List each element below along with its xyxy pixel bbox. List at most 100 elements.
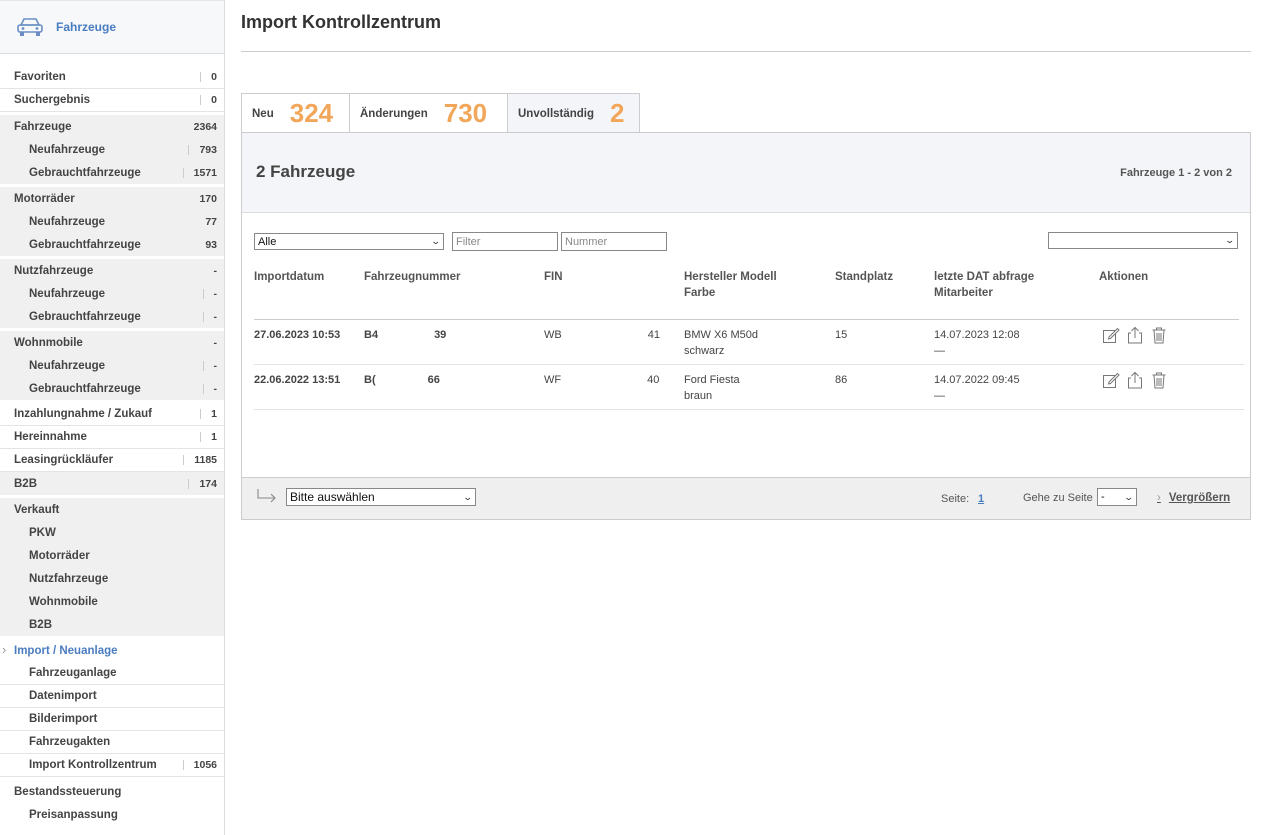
sidebar-item[interactable]: Leasingrückläufer 1185 bbox=[0, 449, 224, 472]
sidebar-item[interactable]: Preisanpassung bbox=[0, 803, 224, 826]
sidebar-item-label: Gebrauchtfahrzeuge bbox=[29, 238, 141, 251]
sidebar-item[interactable]: Neufahrzeuge 77 bbox=[0, 210, 224, 233]
sidebar-item[interactable]: Suchergebnis 0 bbox=[0, 89, 224, 112]
sidebar-item[interactable]: Import / Neuanlage bbox=[0, 639, 224, 662]
sidebar-item[interactable]: Fahrzeuganlage bbox=[0, 662, 224, 685]
result-range: Fahrzeuge 1 - 2 von 2 bbox=[1120, 167, 1232, 179]
redaction-mask bbox=[378, 329, 435, 342]
sidebar-item[interactable]: Neufahrzeuge 793 bbox=[0, 138, 224, 161]
sidebar-item-label: B2B bbox=[14, 477, 38, 490]
tab-count: 324 bbox=[289, 98, 334, 128]
sidebar-item[interactable]: Bilderimport bbox=[0, 708, 224, 731]
vehicle-number-start: B4 bbox=[364, 329, 379, 341]
goto-page-select[interactable]: - ⌄ bbox=[1097, 488, 1137, 506]
sidebar-item-label: Fahrzeugakten bbox=[29, 736, 111, 748]
sidebar-item[interactable]: Gebrauchtfahrzeuge - bbox=[0, 377, 224, 400]
row-dat-date: 14.07.2023 12:08 bbox=[934, 329, 1020, 341]
sidebar-item[interactable]: B2B 174 bbox=[0, 472, 224, 495]
col-employee[interactable]: Mitarbeiter bbox=[934, 285, 993, 301]
sidebar-item-label: Hereinnahme bbox=[14, 431, 87, 443]
sidebar-item-label: Neufahrzeuge bbox=[29, 359, 106, 372]
col-make-model[interactable]: Hersteller Modell bbox=[684, 269, 777, 285]
sidebar-item[interactable]: Nutzfahrzeuge - bbox=[0, 259, 224, 282]
sidebar-item[interactable]: Import Kontrollzentrum 1056 bbox=[0, 754, 224, 777]
redaction-mask bbox=[561, 374, 648, 387]
enlarge-label: Vergrößern bbox=[1168, 492, 1231, 504]
trash-icon[interactable] bbox=[1150, 371, 1168, 389]
col-location[interactable]: Standplatz bbox=[835, 269, 893, 285]
row-vehicle-number[interactable]: B(66 bbox=[364, 372, 440, 388]
sidebar-item[interactable]: Gebrauchtfahrzeuge - bbox=[0, 305, 224, 328]
sidebar-item[interactable]: PKW bbox=[0, 521, 224, 544]
sidebar-item-count: 1 bbox=[200, 408, 217, 420]
sidebar-item[interactable]: Nutzfahrzeuge bbox=[0, 567, 224, 590]
edit-icon[interactable] bbox=[1102, 326, 1120, 344]
sidebar-item[interactable]: Wohnmobile - bbox=[0, 331, 224, 354]
page-link[interactable]: 1 bbox=[978, 493, 984, 505]
trash-icon[interactable] bbox=[1150, 326, 1168, 344]
sidebar-item[interactable]: Favoriten 0 bbox=[0, 66, 224, 89]
page-label: Seite: bbox=[941, 493, 970, 505]
sort-select[interactable]: ⌄ bbox=[1048, 232, 1238, 249]
sidebar-header[interactable]: Fahrzeuge bbox=[0, 0, 224, 54]
redaction-mask bbox=[561, 329, 648, 342]
chevron-down-icon: ⌄ bbox=[1123, 491, 1135, 502]
sidebar-item-label: Motorräder bbox=[14, 192, 75, 205]
sidebar-item[interactable]: Verkauft bbox=[0, 498, 224, 521]
sidebar-item[interactable]: Inzahlungnahme / Zukauf 1 bbox=[0, 403, 224, 426]
sidebar-item[interactable]: Neufahrzeuge - bbox=[0, 282, 224, 305]
sidebar-item[interactable]: Fahrzeuge 2364 bbox=[0, 115, 224, 138]
col-fin[interactable]: FIN bbox=[544, 269, 563, 285]
export-icon[interactable] bbox=[1126, 326, 1144, 344]
chevron-right-icon: › bbox=[1157, 492, 1161, 504]
category-select[interactable]: Alle ⌄ bbox=[254, 233, 444, 250]
sidebar-item-label: Preisanpassung bbox=[29, 808, 118, 821]
sidebar-item-label: Bilderimport bbox=[29, 713, 98, 725]
sidebar: Fahrzeuge Favoriten 0 Suchergebnis 0 Fahrzeu… bbox=[0, 0, 225, 835]
sidebar-item[interactable]: Bestandssteuerung bbox=[0, 780, 224, 803]
sidebar-item[interactable]: Neufahrzeuge - bbox=[0, 354, 224, 377]
export-icon[interactable] bbox=[1126, 371, 1144, 389]
col-color[interactable]: Farbe bbox=[684, 285, 715, 301]
bulk-action-select[interactable]: Bitte auswählen ⌄ bbox=[286, 488, 476, 506]
sidebar-item[interactable]: Gebrauchtfahrzeuge 1571 bbox=[0, 161, 224, 184]
sidebar-item-count: - bbox=[203, 288, 218, 300]
sidebar-item[interactable]: Motorräder bbox=[0, 544, 224, 567]
number-input[interactable] bbox=[561, 232, 667, 251]
sidebar-item[interactable]: Hereinnahme 1 bbox=[0, 426, 224, 449]
sidebar-item-label: Gebrauchtfahrzeuge bbox=[29, 382, 141, 395]
sidebar-item[interactable]: B2B bbox=[0, 613, 224, 636]
vehicle-number-end: 39 bbox=[434, 329, 447, 341]
sidebar-item[interactable]: Motorräder 170 bbox=[0, 187, 224, 210]
tab-unvollstaendig[interactable]: Unvollständig 2 bbox=[507, 93, 640, 133]
row-divider bbox=[254, 409, 1244, 410]
chevron-down-icon: ⌄ bbox=[430, 236, 442, 246]
vehicle-number-start: B( bbox=[364, 374, 376, 386]
tab-aenderungen[interactable]: Änderungen 730 bbox=[349, 93, 508, 133]
sidebar-item[interactable]: Datenimport bbox=[0, 685, 224, 708]
sidebar-item[interactable]: Wohnmobile bbox=[0, 590, 224, 613]
row-vehicle-number[interactable]: B4 39 bbox=[364, 327, 446, 343]
sidebar-item-count: 1056 bbox=[183, 759, 217, 771]
filter-input[interactable] bbox=[452, 232, 558, 251]
col-dat-query[interactable]: letzte DAT abfrage bbox=[934, 269, 1034, 285]
tab-neu[interactable]: Neu 324 bbox=[241, 93, 350, 133]
enlarge-link[interactable]: › Vergrößern bbox=[1157, 492, 1230, 504]
sidebar-item-label: Nutzfahrzeuge bbox=[14, 264, 94, 277]
chevron-down-icon: ⌄ bbox=[1224, 235, 1236, 245]
edit-icon[interactable] bbox=[1102, 371, 1120, 389]
col-actions: Aktionen bbox=[1099, 271, 1149, 283]
sidebar-item-label: Fahrzeuganlage bbox=[29, 667, 117, 679]
sidebar-item-label: Inzahlungnahme / Zukauf bbox=[14, 408, 153, 420]
car-icon bbox=[17, 18, 43, 36]
sidebar-item-label: Wohnmobile bbox=[14, 336, 83, 349]
col-import-date[interactable]: Importdatum bbox=[254, 269, 324, 285]
sidebar-item[interactable]: Gebrauchtfahrzeuge 93 bbox=[0, 233, 224, 256]
sidebar-item-count: 2364 bbox=[193, 120, 217, 133]
fin-start: WB bbox=[544, 329, 562, 341]
row-dat-date: 14.07.2022 09:45 bbox=[934, 374, 1020, 386]
row-employee: — bbox=[934, 390, 945, 402]
sidebar-item[interactable]: Fahrzeugakten bbox=[0, 731, 224, 754]
status-tabs: Neu 324 Änderungen 730 Unvollständig 2 bbox=[241, 93, 640, 133]
col-vehicle-number[interactable]: Fahrzeugnummer bbox=[364, 269, 461, 285]
